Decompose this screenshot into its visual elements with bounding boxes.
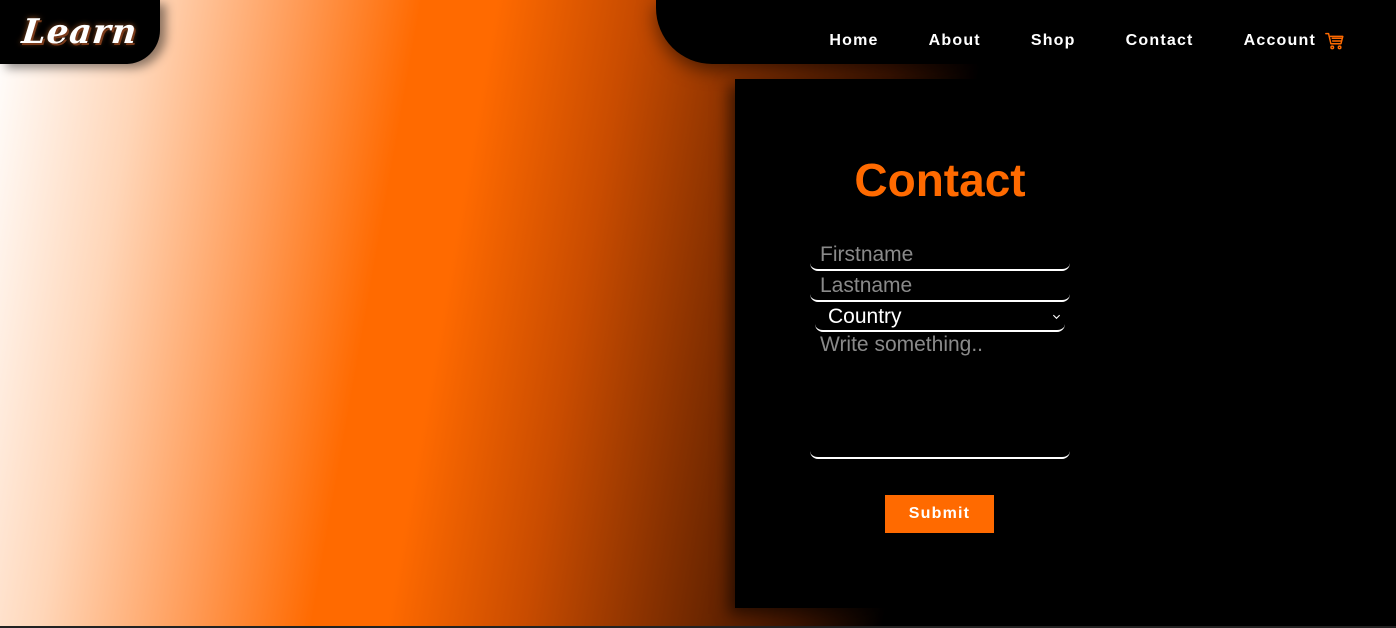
nav-about-link[interactable]: About [929, 32, 981, 50]
page: Learn Home About Shop Contact Account Co… [0, 0, 1396, 628]
contact-title: Contact [854, 154, 1026, 206]
country-select[interactable]: Country [815, 303, 1065, 332]
nav-links: Home About Shop Contact Account [829, 30, 1346, 52]
nav-contact-link[interactable]: Contact [1126, 32, 1194, 50]
logo-text: Learn [20, 12, 140, 52]
firstname-input[interactable] [810, 240, 1070, 271]
top-navbar: Home About Shop Contact Account [656, 0, 1396, 64]
shopping-cart-icon[interactable] [1324, 30, 1346, 52]
contact-panel: Contact Country Submit [735, 79, 1396, 608]
chevron-down-icon [1052, 314, 1061, 320]
nav-home-link[interactable]: Home [829, 32, 878, 50]
submit-button[interactable]: Submit [885, 495, 994, 533]
nav-account-link[interactable]: Account [1244, 32, 1316, 50]
message-textarea[interactable] [810, 333, 1070, 459]
country-select-value: Country [828, 305, 902, 328]
logo[interactable]: Learn [0, 0, 160, 64]
nav-shop-link[interactable]: Shop [1031, 32, 1076, 50]
lastname-input[interactable] [810, 271, 1070, 302]
